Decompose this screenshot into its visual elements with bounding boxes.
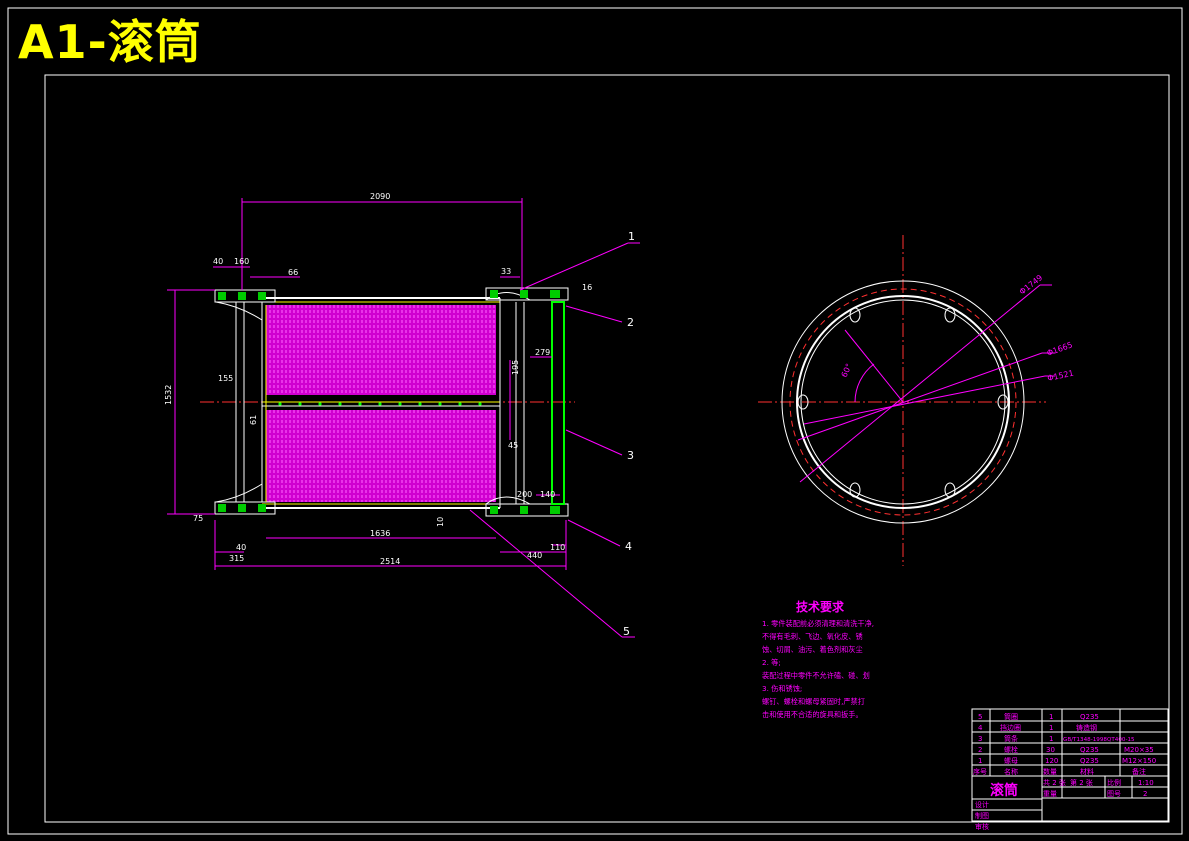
tb-row4-qty: 1 — [1049, 724, 1053, 732]
dim-10: 10 — [436, 517, 445, 527]
tb-row3-no: 3 — [978, 735, 982, 743]
callout-2: 2 — [627, 316, 634, 329]
tb-row2-mat: Q235 — [1080, 746, 1099, 754]
tb-drawno-value: 2 — [1143, 790, 1147, 798]
dim-155: 155 — [218, 374, 233, 383]
tech-line-3: 蚀、切屑、油污、着色剂和灰尘 — [762, 645, 863, 654]
callout-4: 4 — [625, 540, 632, 553]
callout-1: 1 — [628, 230, 635, 243]
tb-scale-label: 比例 — [1107, 778, 1121, 787]
dim-140: 140 — [540, 490, 555, 499]
tb-scale-value: 1:10 — [1138, 779, 1154, 787]
callout-3: 3 — [627, 449, 634, 462]
tb-row1-qty: 120 — [1045, 757, 1058, 765]
dim-2514: 2514 — [380, 557, 400, 566]
dim-110: 110 — [550, 543, 565, 552]
tb-row1-no: 1 — [978, 757, 982, 765]
tb-design: 设计 — [975, 800, 989, 809]
dim-top-span: 2090 — [370, 192, 390, 201]
tb-review: 审核 — [975, 822, 989, 831]
tb-row1-note: M12×150 — [1122, 757, 1156, 765]
tb-header-qty: 数量 — [1043, 767, 1057, 776]
tech-heading: 技术要求 — [796, 599, 845, 614]
tech-requirements: 技术要求 1. 零件装配前必须清理和清洗干净, 不得有毛刺、飞边、氧化皮、锈 蚀… — [762, 599, 874, 719]
dim-66: 66 — [288, 268, 298, 277]
screen-panel-lower — [266, 410, 496, 502]
tb-total: 共 2 张 — [1043, 778, 1066, 787]
tb-part-name: 滚筒 — [990, 782, 1018, 799]
tb-header-name: 名称 — [1004, 767, 1018, 776]
tb-sheet: 第 2 张 — [1070, 778, 1093, 787]
tech-line-7: 螺钉、螺栓和螺母紧固时,严禁打 — [762, 697, 865, 706]
tb-row4-no: 4 — [978, 724, 983, 732]
dim-195: 195 — [511, 360, 520, 375]
tech-line-2: 不得有毛刺、飞边、氧化皮、锈 — [762, 632, 863, 641]
dim-dia-mid: Φ1665 — [1046, 340, 1074, 358]
dim-dia-inner: Φ1521 — [1047, 369, 1075, 383]
flange-strip — [551, 301, 565, 505]
callout-5: 5 — [623, 625, 630, 638]
dim-33: 33 — [501, 267, 511, 276]
tech-line-5: 装配过程中零件不允许磕、碰、划 — [762, 671, 870, 680]
tb-drawno-label: 图号 — [1107, 790, 1121, 798]
tech-line-1: 1. 零件装配前必须清理和清洗干净, — [762, 619, 874, 628]
tb-row5-name: 筒圈 — [1004, 712, 1018, 721]
screen-panel-upper — [266, 305, 496, 395]
tb-row5-no: 5 — [978, 713, 982, 721]
dim-45: 45 — [508, 441, 518, 450]
tech-line-4: 2. 等; — [762, 658, 781, 667]
tb-row3-qty: 1 — [1049, 735, 1053, 743]
dim-279: 279 — [535, 348, 550, 357]
tb-row3-mat: GB/T1348-1998QT400-15 — [1063, 737, 1135, 743]
dim-315: 315 — [229, 554, 244, 563]
dim-16: 16 — [582, 283, 592, 292]
title-block: 5 筒圈 1 Q235 4 挡边圈 1 铸造钢 3 筒条 1 GB/T1348-… — [971, 708, 1169, 831]
dim-1532: 1532 — [164, 385, 173, 405]
tech-line-8: 击和使用不合适的旋具和扳手。 — [762, 710, 863, 719]
dim-200: 200 — [517, 490, 532, 499]
dim-1636: 1636 — [370, 529, 390, 538]
dim-160: 160 — [234, 257, 249, 266]
dim-75: 75 — [193, 514, 203, 523]
tb-row2-note: M20×35 — [1124, 746, 1154, 754]
side-view: 2090 40 160 66 33 16 1532 155 61 279 195… — [164, 192, 640, 638]
tb-draw: 制图 — [975, 811, 989, 820]
tb-row1-mat: Q235 — [1080, 757, 1099, 765]
tb-row3-name: 筒条 — [1004, 734, 1018, 743]
dim-40b: 40 — [236, 543, 246, 552]
dim-440: 440 — [527, 551, 542, 560]
front-view: Φ1749 Φ1665 Φ1521 60° — [758, 235, 1074, 566]
tb-header-note: 备注 — [1132, 767, 1146, 776]
tb-header-no: 序号 — [973, 767, 987, 776]
tb-row2-name: 螺栓 — [1004, 745, 1018, 754]
drawing-canvas: 2090 40 160 66 33 16 1532 155 61 279 195… — [7, 7, 1183, 835]
tb-row5-qty: 1 — [1049, 713, 1053, 721]
tb-row4-name: 挡边圈 — [1000, 723, 1021, 732]
tb-row2-qty: 30 — [1046, 746, 1055, 754]
dim-40: 40 — [213, 257, 223, 266]
tb-header-mat: 材料 — [1080, 767, 1094, 776]
dim-angle: 60° — [840, 362, 854, 379]
dim-61: 61 — [249, 415, 258, 425]
tb-row5-mat: Q235 — [1080, 713, 1099, 721]
tech-line-6: 3. 伤和锈蚀; — [762, 684, 802, 693]
tb-weight: 重量 — [1043, 790, 1057, 798]
tb-row1-name: 螺母 — [1004, 756, 1018, 765]
tb-row2-no: 2 — [978, 746, 982, 754]
tb-row4-mat: 铸造钢 — [1076, 723, 1097, 732]
